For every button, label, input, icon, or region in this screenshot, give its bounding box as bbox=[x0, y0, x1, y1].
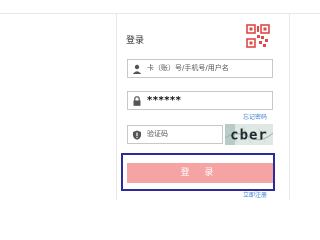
captcha-placeholder: 验证码 bbox=[147, 130, 168, 138]
shield-icon bbox=[133, 130, 141, 140]
login-title: 登录 bbox=[126, 36, 145, 46]
user-icon bbox=[132, 64, 142, 74]
password-field[interactable]: ****** bbox=[127, 91, 273, 110]
register-link[interactable]: 立即注册 bbox=[243, 190, 267, 199]
forgot-password-link[interactable]: 忘记密码 bbox=[243, 112, 267, 121]
username-placeholder: 卡（账）号/手机号/用户名 bbox=[147, 64, 229, 72]
login-page: 登录 卡（账）号/手机号/用户名 ****** 忘记密码 验证码 cber 登 … bbox=[0, 0, 320, 200]
qr-code-icon[interactable] bbox=[246, 24, 270, 48]
username-field[interactable]: 卡（账）号/手机号/用户名 bbox=[127, 59, 273, 78]
password-value: ****** bbox=[147, 95, 182, 106]
captcha-field[interactable]: 验证码 bbox=[127, 125, 223, 144]
captcha-text: cber bbox=[230, 128, 268, 144]
login-button[interactable]: 登 录 bbox=[127, 163, 273, 183]
captcha-image[interactable]: cber bbox=[225, 124, 273, 145]
lock-icon bbox=[133, 96, 141, 106]
